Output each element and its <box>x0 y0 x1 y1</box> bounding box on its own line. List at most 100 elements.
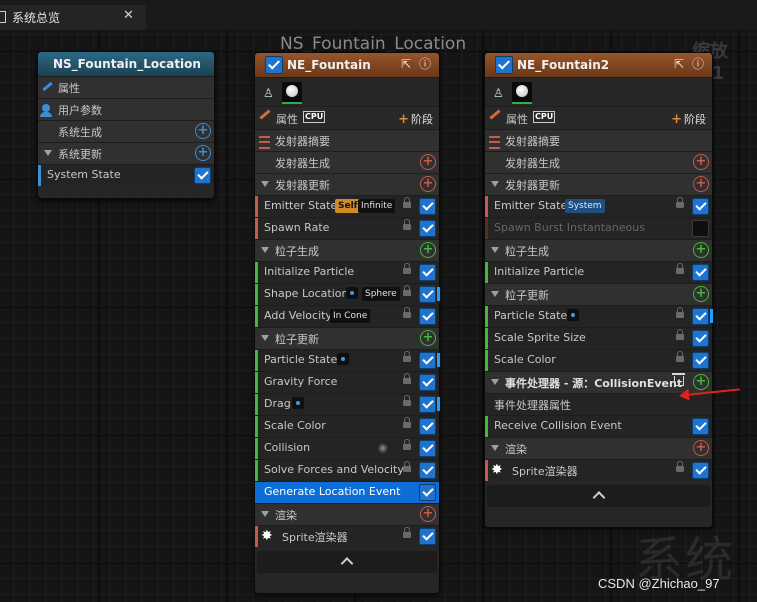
enable-checkbox[interactable] <box>692 462 709 479</box>
enable-checkbox[interactable] <box>419 440 436 457</box>
add-module-icon[interactable]: + <box>195 123 211 139</box>
material-thumbnail[interactable] <box>282 82 302 104</box>
system-state-row[interactable]: System State <box>38 164 214 186</box>
enable-checkbox[interactable] <box>419 374 436 391</box>
add-renderer-icon[interactable]: + <box>420 506 436 522</box>
collapse-node-button[interactable] <box>487 485 710 507</box>
add-module-icon[interactable]: + <box>420 154 436 170</box>
enable-checkbox[interactable] <box>692 308 709 325</box>
module-spawn-burst[interactable]: Spawn Burst Instantaneous <box>485 217 712 239</box>
module-receive-collision-event[interactable]: Receive Collision Event <box>485 415 712 437</box>
enable-checkbox[interactable] <box>692 220 709 237</box>
module-gravity-force[interactable]: Gravity Force <box>255 371 439 393</box>
open-external-icon[interactable]: ⇱ <box>672 57 686 71</box>
enable-checkbox[interactable] <box>419 462 436 479</box>
module-particle-state[interactable]: Particle State <box>255 349 440 371</box>
module-initialize-particle[interactable]: Initialize Particle <box>485 261 712 283</box>
module-drag[interactable]: Drag <box>255 393 440 415</box>
close-icon[interactable]: ✕ <box>123 8 134 23</box>
open-external-icon[interactable]: ⇱ <box>399 57 413 71</box>
enable-checkbox[interactable] <box>419 308 436 325</box>
enable-checkbox[interactable] <box>419 198 436 215</box>
collapse-caret-icon[interactable] <box>491 445 499 451</box>
add-module-icon[interactable]: + <box>693 176 709 192</box>
module-spawn-rate[interactable]: Spawn Rate <box>255 217 439 239</box>
emitter-node-fountain2[interactable]: NE_Fountain2 ⇱ ⓘ ♙ 属性 CPU + 阶段 发射器摘要 发射器生… <box>484 52 713 528</box>
emitter-enable-checkbox[interactable] <box>265 56 283 74</box>
collapse-caret-icon[interactable] <box>44 150 52 156</box>
module-shape-location[interactable]: Shape Location Sphere <box>255 283 440 305</box>
tab-system-overview[interactable]: 系统总览 ✕ <box>0 5 146 30</box>
event-handler-properties-row[interactable]: 事件处理器属性 <box>485 393 712 415</box>
enable-checkbox[interactable] <box>692 330 709 347</box>
enable-checkbox[interactable] <box>194 167 211 184</box>
system-spawn-row[interactable]: 系统生成 + <box>38 120 214 142</box>
render-row[interactable]: 渲染 + <box>485 437 712 459</box>
emitter-spawn-row[interactable]: 发射器生成 + <box>255 151 439 173</box>
add-module-icon[interactable]: + <box>693 242 709 258</box>
enable-checkbox[interactable] <box>419 352 436 369</box>
info-icon[interactable]: ⓘ <box>691 57 705 71</box>
particle-update-row[interactable]: 粒子更新 + <box>255 327 439 349</box>
enable-checkbox[interactable] <box>419 220 436 237</box>
add-module-icon[interactable]: + <box>195 145 211 161</box>
system-node-header[interactable]: NS_Fountain_Location <box>38 52 214 76</box>
module-particle-state[interactable]: Particle State <box>485 305 713 327</box>
add-module-icon[interactable]: + <box>693 286 709 302</box>
material-thumbnail[interactable] <box>512 82 532 104</box>
system-properties-row[interactable]: 属性 <box>38 76 214 98</box>
eye-icon[interactable]: ◉ <box>378 441 388 454</box>
emitter-header[interactable]: NE_Fountain2 ⇱ ⓘ <box>485 53 712 77</box>
module-scale-color[interactable]: Scale Color <box>485 349 712 371</box>
system-update-row[interactable]: 系统更新 + <box>38 142 214 164</box>
enable-checkbox[interactable] <box>419 286 436 303</box>
add-stage-button[interactable]: + 阶段 <box>398 111 433 127</box>
enable-checkbox[interactable] <box>692 352 709 369</box>
collapse-caret-icon[interactable] <box>261 247 269 253</box>
enable-checkbox[interactable] <box>419 396 436 413</box>
module-scale-sprite-size[interactable]: Scale Sprite Size <box>485 327 712 349</box>
emitter-summary-row[interactable]: 发射器摘要 <box>255 129 439 151</box>
enable-checkbox[interactable] <box>419 418 436 435</box>
enable-checkbox[interactable] <box>692 198 709 215</box>
add-stage-button[interactable]: + 阶段 <box>671 111 706 127</box>
collapse-caret-icon[interactable] <box>491 181 499 187</box>
enable-checkbox[interactable] <box>419 528 436 545</box>
add-module-icon[interactable]: + <box>693 374 709 390</box>
enable-checkbox[interactable] <box>692 264 709 281</box>
module-generate-location-event[interactable]: Generate Location Event <box>255 481 439 503</box>
collapse-caret-icon[interactable] <box>491 247 499 253</box>
emitter-properties-row[interactable]: 属性 CPU + 阶段 <box>255 106 439 129</box>
emitter-update-row[interactable]: 发射器更新 + <box>485 173 712 195</box>
emitter-enable-checkbox[interactable] <box>495 56 513 74</box>
module-scale-color[interactable]: Scale Color <box>255 415 439 437</box>
emitter-summary-row[interactable]: 发射器摘要 <box>485 129 712 151</box>
collapse-caret-icon[interactable] <box>491 291 499 297</box>
emitter-update-row[interactable]: 发射器更新 + <box>255 173 439 195</box>
render-row[interactable]: 渲染 + <box>255 503 439 525</box>
collapse-caret-icon[interactable] <box>261 335 269 341</box>
particle-update-row[interactable]: 粒子更新 + <box>485 283 712 305</box>
module-add-velocity[interactable]: Add Velocity In Cone <box>255 305 439 327</box>
trash-icon[interactable] <box>672 373 685 386</box>
module-collision[interactable]: Collision ◉ <box>255 437 439 459</box>
collapse-caret-icon[interactable] <box>261 511 269 517</box>
particle-spawn-row[interactable]: 粒子生成 + <box>485 239 712 261</box>
system-node[interactable]: NS_Fountain_Location 属性 用户参数 系统生成 + 系统更新… <box>37 51 215 199</box>
module-solve-forces[interactable]: Solve Forces and Velocity <box>255 459 439 481</box>
emitter-header[interactable]: NE_Fountain ⇱ ⓘ <box>255 53 439 77</box>
emitter-spawn-row[interactable]: 发射器生成 + <box>485 151 712 173</box>
emitter-node-fountain[interactable]: NE_Fountain ⇱ ⓘ ♙ 属性 CPU + 阶段 发射器摘要 发射器生成… <box>254 52 440 594</box>
module-initialize-particle[interactable]: Initialize Particle <box>255 261 439 283</box>
module-emitter-state[interactable]: Emitter State System <box>485 195 712 217</box>
add-module-icon[interactable]: + <box>420 176 436 192</box>
module-sprite-renderer[interactable]: ✸ Sprite渲染器 <box>255 525 439 547</box>
add-module-icon[interactable]: + <box>420 242 436 258</box>
module-emitter-state[interactable]: Emitter State Self Infinite <box>255 195 439 217</box>
enable-checkbox[interactable] <box>419 264 436 281</box>
enable-checkbox[interactable] <box>692 418 709 435</box>
add-module-icon[interactable]: + <box>420 330 436 346</box>
collapse-caret-icon[interactable] <box>261 181 269 187</box>
add-renderer-icon[interactable]: + <box>693 440 709 456</box>
collapse-caret-icon[interactable] <box>491 379 499 385</box>
